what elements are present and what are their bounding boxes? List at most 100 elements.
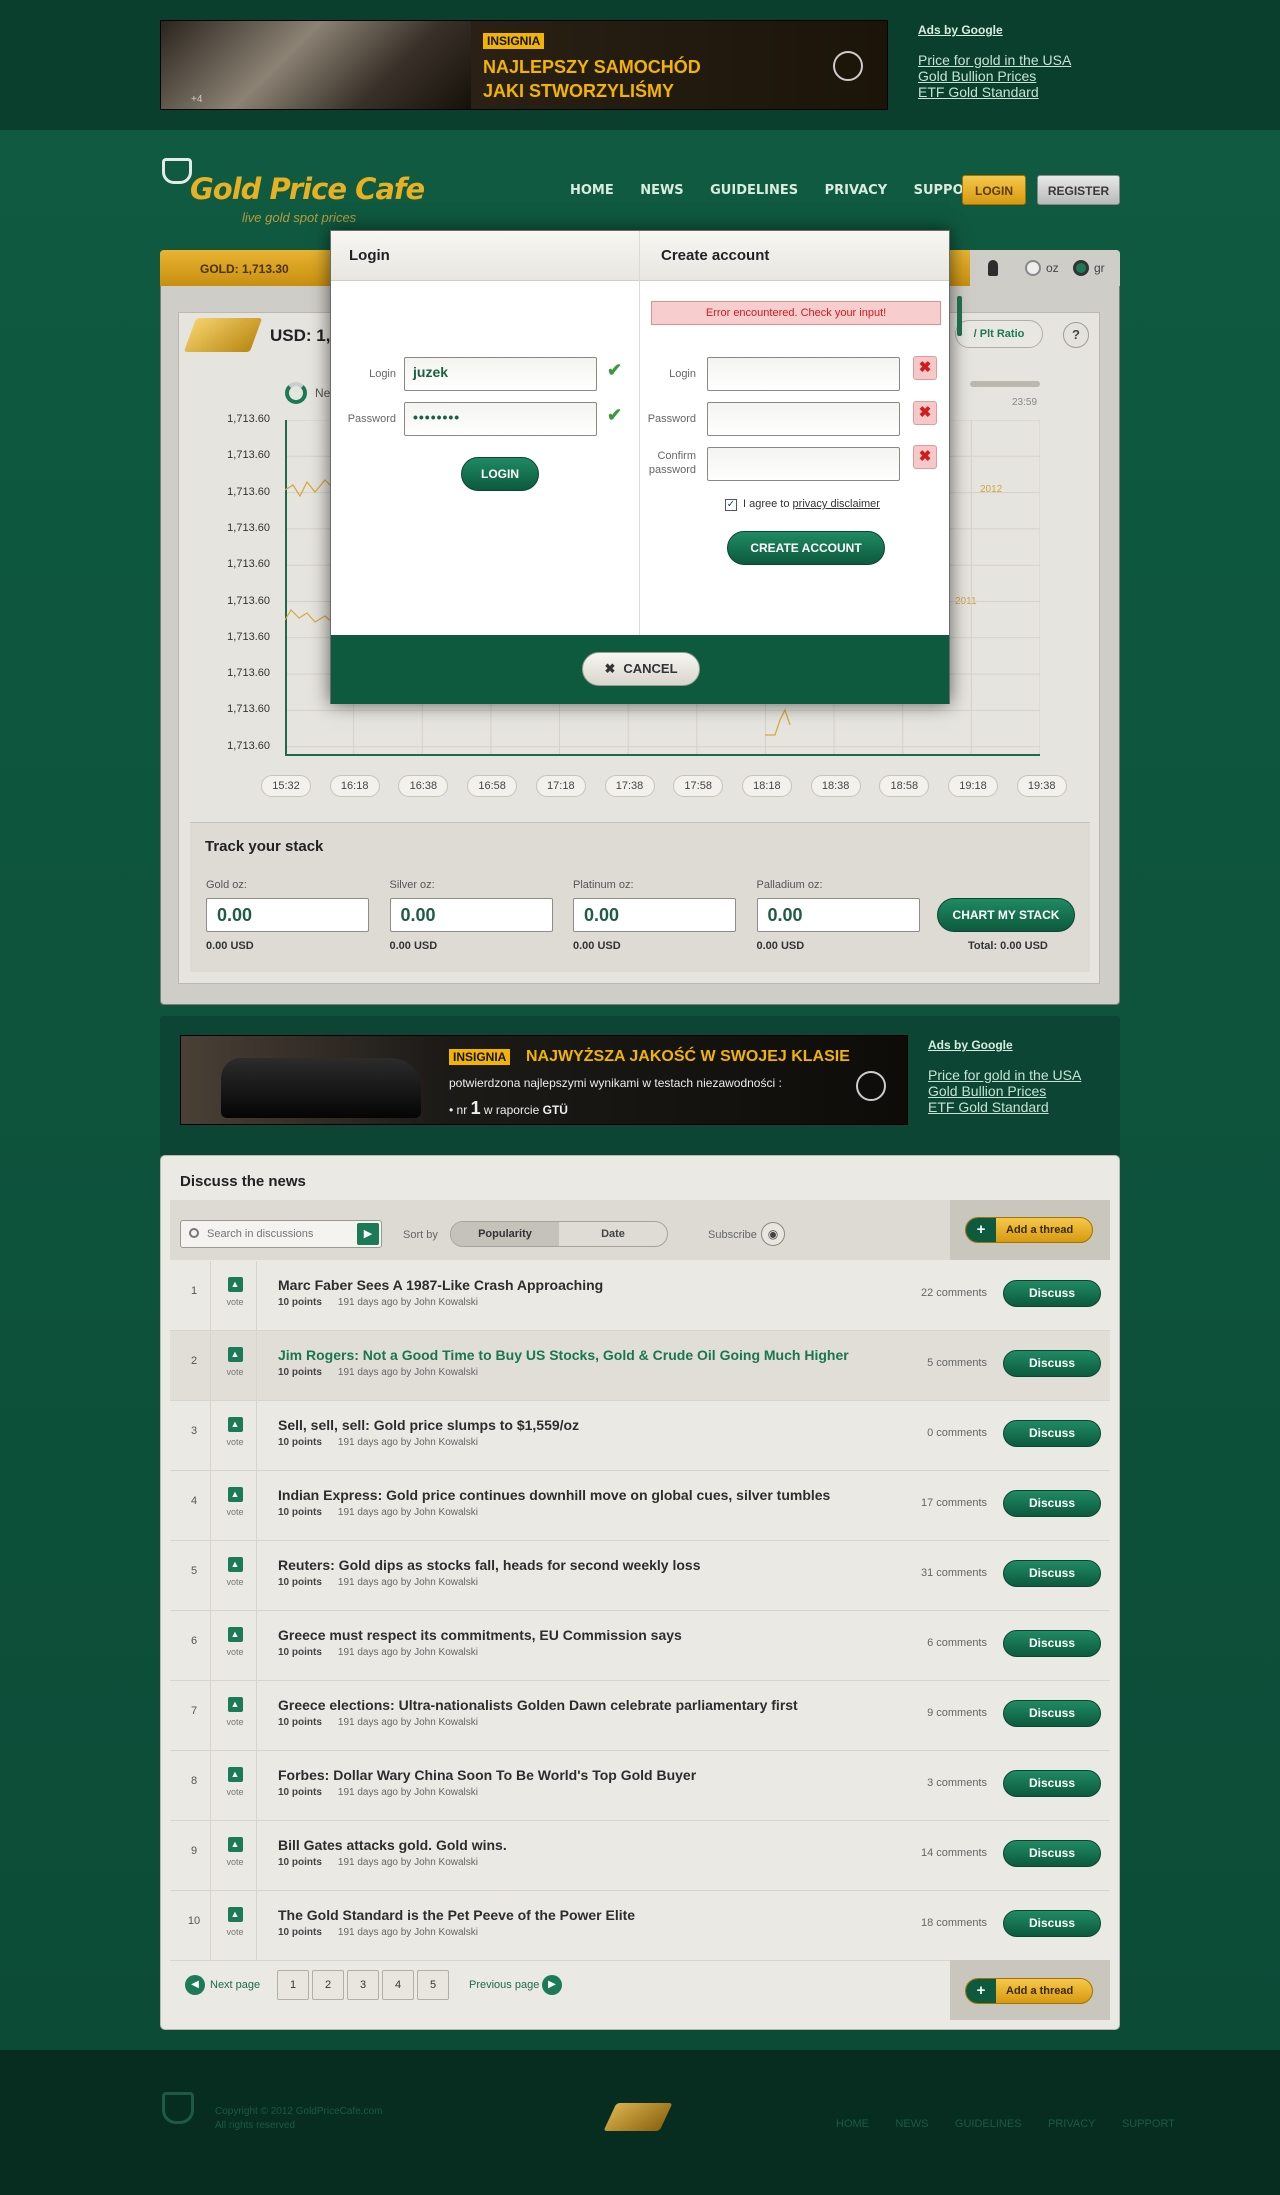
discuss-button[interactable]: Discuss [1003,1420,1101,1447]
footer-nav-support[interactable]: SUPPORT [1122,2118,1175,2130]
login-field[interactable]: juzek [404,357,597,391]
footer-nav-home[interactable]: HOME [836,2118,869,2130]
ad-plus-count[interactable]: +4 [191,94,202,105]
sort-date-tab[interactable]: Date [559,1222,667,1246]
discuss-button[interactable]: Discuss [1003,1560,1101,1587]
site-logo[interactable]: Gold Price Cafe live gold spot prices [160,142,425,227]
time-range-slider[interactable] [970,381,1040,387]
subscribe-label[interactable]: Subscribe [708,1229,757,1241]
discuss-button[interactable]: Discuss [1003,1280,1101,1307]
thread-title[interactable]: Sell, sell, sell: Gold price slumps to $… [278,1417,579,1433]
ad-link-gold-usa[interactable]: Price for gold in the USA [928,1067,1108,1083]
vote-up-icon[interactable]: ▲ [227,1487,243,1502]
track-field-input[interactable]: 0.00 [206,898,369,932]
thread-comments[interactable]: 31 comments [921,1567,987,1579]
vote-up-icon[interactable]: ▲ [227,1837,243,1852]
cancel-button[interactable]: ✖ CANCEL [582,652,700,686]
nav-news[interactable]: NEWS [640,183,683,198]
page-2[interactable]: 2 [312,1970,344,2000]
track-field-input[interactable]: 0.00 [756,898,920,932]
rss-icon[interactable]: ◉ [761,1222,785,1246]
chart-my-stack-button[interactable]: CHART MY STACK [937,898,1075,932]
vote-up-icon[interactable]: ▲ [227,1697,243,1712]
nav-privacy[interactable]: PRIVACY [825,183,888,198]
vote-up-icon[interactable]: ▲ [227,1907,243,1922]
vote-up-icon[interactable]: ▲ [227,1627,243,1642]
register-button[interactable]: REGISTER [1037,175,1120,205]
discuss-button[interactable]: Discuss [1003,1840,1101,1867]
thread-comments[interactable]: 14 comments [921,1847,987,1859]
search-input[interactable] [207,1225,352,1243]
search-submit-button[interactable]: ▶ [357,1223,379,1245]
create-account-button[interactable]: CREATE ACCOUNT [727,531,885,565]
thread-title[interactable]: Forbes: Dollar Wary China Soon To Be Wor… [278,1767,696,1783]
discuss-button[interactable]: Discuss [1003,1910,1101,1937]
top-banner-ad[interactable]: INSIGNIA NAJLEPSZY SAMOCHÓD JAKI STWORZY… [160,20,888,110]
help-button[interactable]: ? [1063,322,1089,348]
add-thread-button[interactable]: + Add a thread [965,1217,1093,1243]
create-login-field[interactable] [707,357,900,391]
discuss-button[interactable]: Discuss [1003,1700,1101,1727]
discuss-button[interactable]: Discuss [1003,1350,1101,1377]
ad-link-etf[interactable]: ETF Gold Standard [918,84,1118,100]
next-page-link[interactable]: Next page [210,1979,260,1991]
footer-logo-icon[interactable] [162,2092,194,2124]
ads-by-google[interactable]: Ads by Google [928,1037,1108,1053]
vote-up-icon[interactable]: ▲ [227,1277,243,1292]
thread-comments[interactable]: 5 comments [927,1357,987,1369]
vote-up-icon[interactable]: ▲ [227,1557,243,1572]
ratio-button[interactable]: / Plt Ratio [955,320,1043,348]
modal-scrollbar[interactable] [957,296,962,336]
vote-up-icon[interactable]: ▲ [227,1417,243,1432]
prev-page-link[interactable]: Previous page [469,1979,539,1991]
thread-title[interactable]: Reuters: Gold dips as stocks fall, heads… [278,1557,700,1573]
thread-title[interactable]: Marc Faber Sees A 1987-Like Crash Approa… [278,1277,603,1293]
discuss-button[interactable]: Discuss [1003,1770,1101,1797]
thread-comments[interactable]: 9 comments [927,1707,987,1719]
page-5[interactable]: 5 [417,1970,449,2000]
thread-comments[interactable]: 18 comments [921,1917,987,1929]
discuss-button[interactable]: Discuss [1003,1490,1101,1517]
track-field-input[interactable]: 0.00 [389,898,553,932]
thread-title[interactable]: Greece must respect its commitments, EU … [278,1627,682,1643]
ad-link-bullion[interactable]: Gold Bullion Prices [918,68,1118,84]
thread-comments[interactable]: 6 comments [927,1637,987,1649]
create-password-field[interactable] [707,402,900,436]
modal-login-button[interactable]: LOGIN [461,457,539,491]
password-field[interactable]: •••••••• [404,402,597,436]
thread-comments[interactable]: 0 comments [927,1427,987,1439]
nav-home[interactable]: HOME [570,183,614,198]
footer-nav-guidelines[interactable]: GUIDELINES [955,2118,1022,2130]
footer-nav-news[interactable]: NEWS [895,2118,928,2130]
thread-title[interactable]: Bill Gates attacks gold. Gold wins. [278,1837,507,1853]
mid-banner-ad[interactable]: INSIGNIA NAJWYŻSZA JAKOŚĆ W SWOJEJ KLASI… [180,1035,908,1125]
thread-title[interactable]: Indian Express: Gold price continues dow… [278,1487,830,1503]
sort-popularity-tab[interactable]: Popularity [451,1222,559,1246]
agree-checkbox[interactable]: ✓ [725,499,737,511]
confirm-password-field[interactable] [707,447,900,481]
add-thread-button-bottom[interactable]: + Add a thread [965,1978,1093,2004]
prev-page-icon[interactable]: ▶ [542,1975,562,1995]
page-3[interactable]: 3 [347,1970,379,2000]
discuss-button[interactable]: Discuss [1003,1630,1101,1657]
gr-radio[interactable] [1073,260,1089,276]
ads-by-google[interactable]: Ads by Google [918,22,1118,38]
vote-up-icon[interactable]: ▲ [227,1767,243,1782]
thread-title[interactable]: Greece elections: Ultra-nationalists Gol… [278,1697,798,1713]
thread-comments[interactable]: 22 comments [921,1287,987,1299]
ad-link-gold-usa[interactable]: Price for gold in the USA [918,52,1118,68]
footer-nav-privacy[interactable]: PRIVACY [1048,2118,1095,2130]
nav-guidelines[interactable]: GUIDELINES [710,183,798,198]
thread-title[interactable]: Jim Rogers: Not a Good Time to Buy US St… [278,1347,849,1363]
person-icon[interactable] [988,260,998,276]
login-button[interactable]: LOGIN [962,175,1026,205]
ad-link-etf[interactable]: ETF Gold Standard [928,1099,1108,1115]
privacy-disclaimer-link[interactable]: privacy disclaimer [793,498,880,510]
vote-up-icon[interactable]: ▲ [227,1347,243,1362]
thread-title[interactable]: The Gold Standard is the Pet Peeve of th… [278,1907,635,1923]
page-4[interactable]: 4 [382,1970,414,2000]
oz-radio[interactable] [1025,260,1041,276]
ad-link-bullion[interactable]: Gold Bullion Prices [928,1083,1108,1099]
track-field-input[interactable]: 0.00 [573,898,736,932]
thread-comments[interactable]: 17 comments [921,1497,987,1509]
